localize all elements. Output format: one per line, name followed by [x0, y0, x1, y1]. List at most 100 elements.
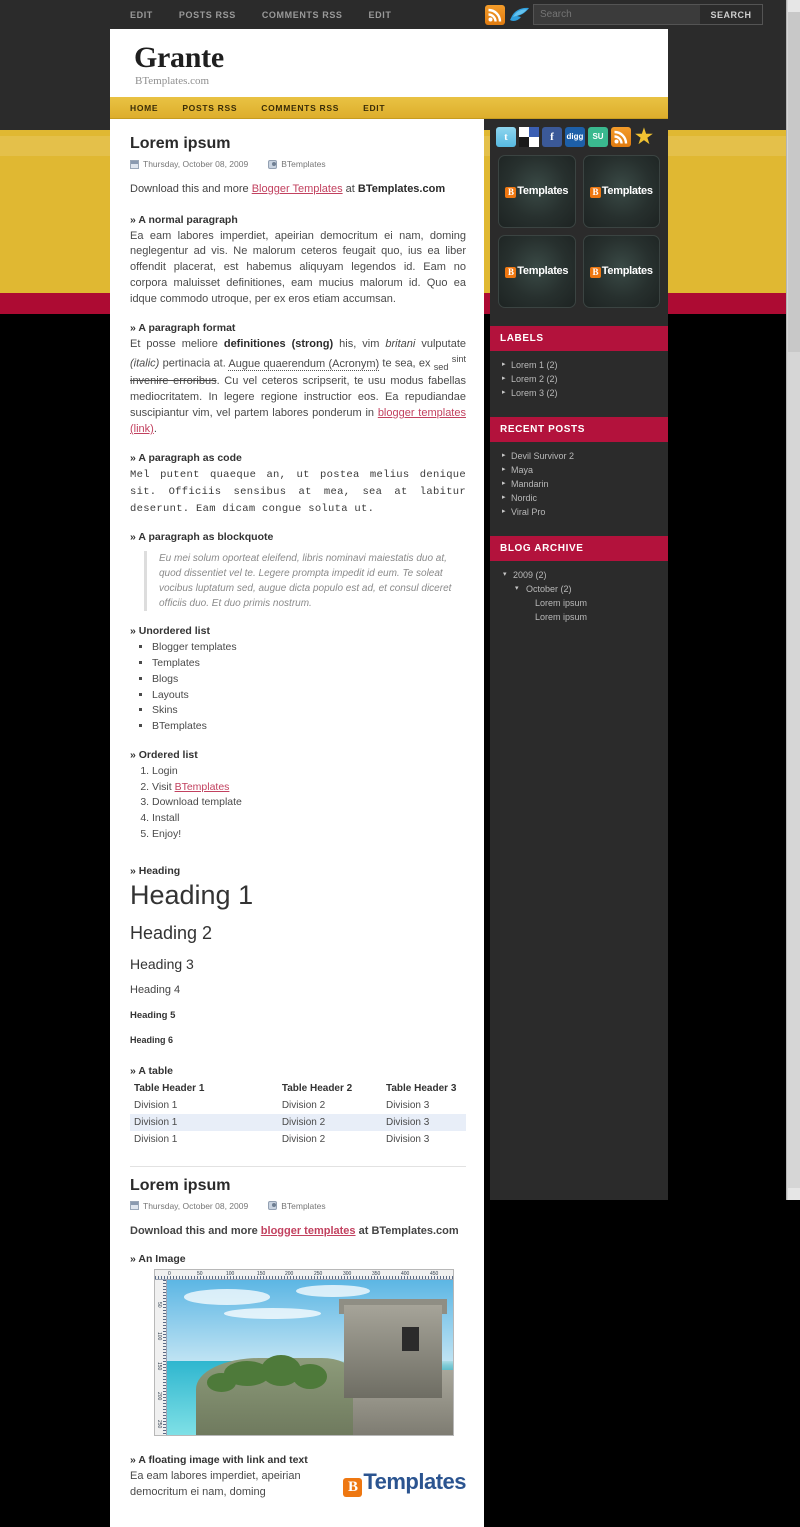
heading-4: Heading 4 — [130, 983, 181, 996]
heading-2: Heading 2 — [130, 922, 213, 943]
favorites-star-icon[interactable]: ★ — [634, 127, 654, 147]
stumbleupon-icon[interactable]: SU — [588, 127, 608, 147]
archive-post-item[interactable]: Lorem ipsum — [502, 610, 668, 624]
btemplates-mark: B — [505, 187, 517, 198]
post-author: BTemplates — [281, 1200, 326, 1211]
recent-post-item[interactable]: Viral Pro — [502, 505, 668, 519]
archive-post-item[interactable]: Lorem ipsum — [502, 596, 668, 610]
post-date: Thursday, October 08, 2009 — [143, 1200, 249, 1211]
ordered-list: Login Visit BTemplates Download template… — [130, 764, 466, 843]
recent-post-item[interactable]: Nordic — [502, 491, 668, 505]
section-floating-image: » A floating image with link and text — [130, 1454, 308, 1467]
code-block: Mel putent quaeque an, ut postea melius … — [130, 469, 473, 515]
topnav-item-posts-rss[interactable]: POSTS RSS — [179, 10, 236, 20]
section-table: » A table — [130, 1064, 173, 1077]
search-box[interactable]: SEARCH — [533, 4, 763, 25]
table-cell: Division 2 — [281, 1133, 326, 1145]
search-input[interactable] — [534, 5, 700, 24]
digg-icon[interactable]: digg — [565, 127, 585, 147]
format-text-3: vulputate — [415, 338, 466, 351]
format-text-5: te sea, ex — [379, 357, 434, 370]
table-cell: Division 1 — [134, 1133, 178, 1145]
post-title[interactable]: Lorem ipsum — [130, 135, 466, 153]
heading-5: Heading 5 — [130, 1009, 176, 1021]
archive-month-item[interactable]: October (2) — [502, 582, 668, 596]
rss-icon[interactable] — [485, 5, 505, 25]
page-scrollbar[interactable] — [786, 0, 800, 1200]
format-italic-2: (italic) — [130, 357, 160, 370]
post-author: BTemplates — [281, 159, 326, 169]
format-strong: definitiones (strong) — [223, 338, 334, 351]
heading-6: Heading 6 — [130, 1034, 174, 1045]
thumbnail-label: B Templates — [589, 185, 653, 198]
mainnav-item-edit[interactable]: EDIT — [363, 103, 385, 113]
post-date: Thursday, October 08, 2009 — [143, 159, 249, 169]
list-item: Layouts — [152, 688, 466, 704]
label-item[interactable]: Lorem 1 (2) — [502, 358, 668, 372]
list-item: Login — [152, 764, 466, 780]
thumbnail-grid: B Templates B Templates B Templates B Templa… — [490, 153, 668, 318]
topnav-item-comments-rss[interactable]: COMMENTS RSS — [262, 10, 343, 20]
post-title[interactable]: Lorem ipsum — [130, 1177, 466, 1195]
thumbnail-item[interactable]: B Templates — [582, 235, 660, 308]
label-item[interactable]: Lorem 2 (2) — [502, 372, 668, 386]
btemplates-mark: B — [589, 187, 601, 198]
ruler-label: 100 — [156, 1332, 162, 1341]
site-header: Grante BTemplates.com — [110, 29, 668, 97]
thumbnail-item[interactable]: B Templates — [498, 155, 576, 228]
format-acronym: Augue quaerendum (Acronym) — [228, 357, 380, 371]
recent-post-item[interactable]: Devil Survivor 2 — [502, 449, 668, 463]
recent-post-item[interactable]: Maya — [502, 463, 668, 477]
topnav-item-edit-2[interactable]: EDIT — [369, 10, 392, 20]
user-icon — [268, 159, 278, 169]
btemplates-mark: B — [589, 267, 601, 278]
section-ordered-list: » Ordered list — [130, 748, 198, 761]
scrollbar-thumb[interactable] — [788, 12, 800, 352]
scrollbar-arrow-down-icon[interactable] — [788, 1188, 800, 1200]
btemplates-list-link[interactable]: BTemplates — [175, 781, 230, 793]
twitter-bird-icon[interactable] — [509, 4, 533, 26]
mainnav-item-home[interactable]: HOME — [130, 103, 158, 113]
format-superscript: sint — [451, 354, 466, 365]
recent-post-item[interactable]: Mandarin — [502, 477, 668, 491]
btemplates-logo-mark: B — [343, 1478, 363, 1498]
mainnav-item-comments-rss[interactable]: COMMENTS RSS — [261, 103, 339, 113]
thumbnail-label: B Templates — [505, 185, 569, 198]
section-paragraph-as-blockquote: » A paragraph as blockquote — [130, 531, 274, 544]
thumbnail-label: B Templates — [505, 265, 569, 278]
post-divider — [130, 1165, 466, 1167]
ruler-label: 200 — [156, 1392, 162, 1401]
section-normal-paragraph: » A normal paragraph — [130, 213, 238, 226]
rss-icon[interactable] — [611, 127, 631, 147]
scrollbar-arrow-up-icon[interactable] — [788, 0, 800, 12]
table-cell: Division 3 — [381, 1113, 466, 1131]
section-paragraph-as-code: » A paragraph as code — [130, 452, 242, 465]
heading-3: Heading 3 — [130, 955, 194, 972]
blogger-templates-link[interactable]: blogger templates — [261, 1225, 356, 1237]
list-item: Templates — [152, 656, 466, 672]
table-row: Division 1 Division 2 Division 3 — [130, 1097, 466, 1114]
mainnav-item-posts-rss[interactable]: POSTS RSS — [182, 103, 237, 113]
delicious-icon[interactable] — [519, 127, 539, 147]
table-header-cell: Table Header 3 — [385, 1082, 457, 1094]
list-item: Enjoy! — [152, 827, 466, 843]
blogger-templates-link[interactable]: Blogger Templates — [252, 183, 343, 195]
format-text-7: . — [153, 423, 157, 436]
topnav-item-edit-1[interactable]: EDIT — [130, 10, 153, 20]
btemplates-logo: B Templates — [343, 1469, 466, 1498]
thumbnail-item[interactable]: B Templates — [582, 155, 660, 228]
list-item: Install — [152, 811, 466, 827]
label-item[interactable]: Lorem 3 (2) — [502, 386, 668, 400]
search-button[interactable]: SEARCH — [700, 5, 762, 24]
facebook-icon[interactable]: f — [542, 127, 562, 147]
btemplates-mark: B — [505, 267, 517, 278]
widget-title-labels: LABELS — [490, 326, 668, 351]
archive-year-item[interactable]: 2009 (2) — [502, 568, 668, 582]
blog-title[interactable]: Grante — [134, 41, 224, 75]
thumbnail-item[interactable]: B Templates — [498, 235, 576, 308]
twitter-icon[interactable]: t — [496, 127, 516, 147]
image-with-ruler: 0 50 100 150 200 250 300 350 400 450 50 … — [154, 1269, 454, 1437]
list-item: Blogger templates — [152, 640, 466, 656]
main-navigation: HOME POSTS RSS COMMENTS RSS EDIT — [110, 97, 668, 119]
calendar-icon — [130, 1201, 139, 1211]
